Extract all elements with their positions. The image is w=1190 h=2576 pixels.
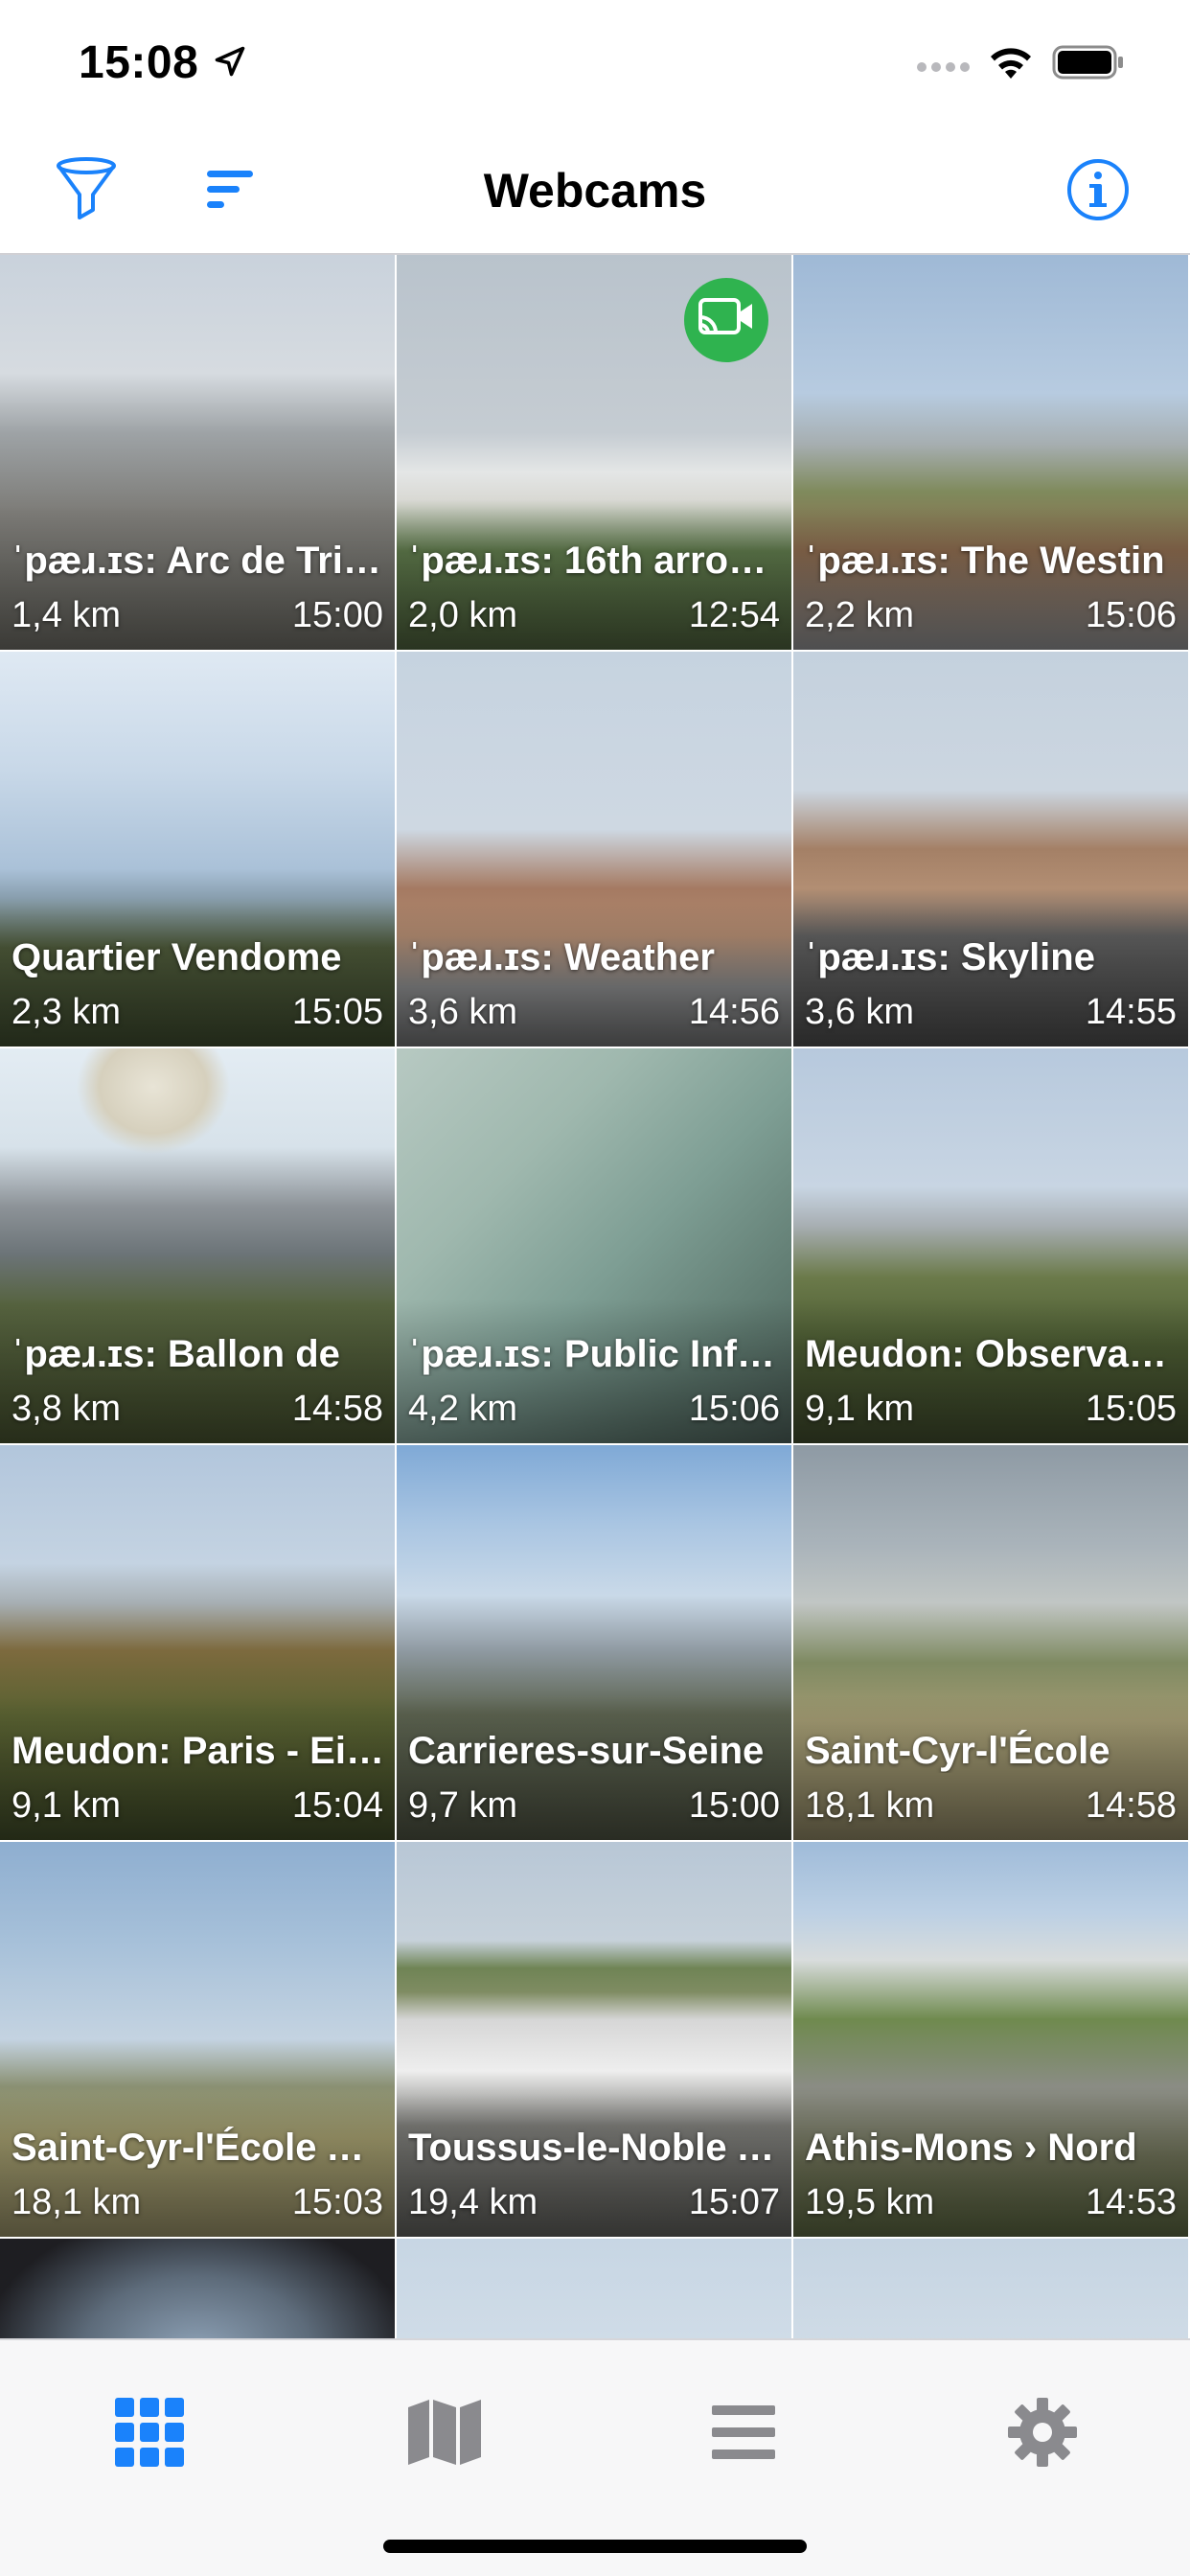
grid-icon <box>115 2398 184 2467</box>
map-icon <box>408 2400 481 2465</box>
webcams-screen: 15:08 Webcams ˈpæɹ.ɪs: Arc de Trio 1,4 k… <box>0 0 1190 2576</box>
webcam-distance: 2,3 km <box>11 992 122 1032</box>
webcam-distance: 18,1 km <box>805 1785 935 1826</box>
tab-settings[interactable] <box>996 2386 1088 2478</box>
tab-map[interactable] <box>399 2386 491 2478</box>
webcam-tile[interactable]: Toussus-le-Noble Airport 19,4 km 15:07 <box>397 1842 791 2237</box>
webcam-tile[interactable] <box>397 2239 791 2340</box>
webcam-distance: 9,1 km <box>11 1785 122 1826</box>
webcam-tile[interactable]: Quartier Vendome 2,3 km 15:05 <box>0 652 395 1046</box>
gear-icon <box>1008 2398 1077 2467</box>
webcam-tile[interactable]: Saint-Cyr-l'École Airfield 18,1 km 15:03 <box>0 1842 395 2237</box>
webcam-tile[interactable]: ˈpæɹ.ɪs: Ballon de 3,8 km 14:58 <box>0 1048 395 1443</box>
wifi-icon <box>991 48 1031 79</box>
home-indicator[interactable] <box>383 2540 807 2553</box>
webcam-tile[interactable]: ˈpæɹ.ɪs: Arc de Triomphe 1,4 km 15:00 <box>0 255 395 650</box>
webcam-time: 14:55 <box>1085 992 1177 1032</box>
webcam-thumbnail <box>397 2239 791 2340</box>
webcam-tile[interactable]: Carrieres-sur-Seine 9,7 km 15:00 <box>397 1445 791 1840</box>
webcam-name: Athis-Mons › Nord <box>805 2127 1137 2169</box>
page-title: Webcams <box>483 164 707 218</box>
tab-list[interactable] <box>698 2386 790 2478</box>
webcam-time: 15:06 <box>688 1389 780 1429</box>
live-video-icon <box>698 298 752 334</box>
webcam-time: 15:05 <box>291 992 383 1032</box>
webcam-tile[interactable]: ˈpæɹ.ɪs: Skyline 3,6 km 14:55 <box>793 652 1188 1046</box>
webcam-name: ˈpæɹ.ɪs: Arc de Triomphe <box>11 540 385 582</box>
status-time: 15:08 <box>79 37 199 88</box>
webcam-name: Saint-Cyr-l'École <box>805 1730 1110 1772</box>
webcam-distance: 1,4 km <box>11 595 122 635</box>
webcam-name: ˈpæɹ.ɪs: Weather <box>408 936 715 978</box>
webcam-time: 14:58 <box>1085 1785 1177 1826</box>
webcam-tile[interactable]: Meudon: Observatory 9,1 km 15:05 <box>793 1048 1188 1443</box>
webcam-distance: 3,6 km <box>408 992 518 1032</box>
webcam-name: Meudon: Paris - Eiffel <box>11 1730 385 1772</box>
webcam-name: ˈpæɹ.ɪs: Skyline <box>805 936 1095 978</box>
webcam-name: Carrieres-sur-Seine <box>408 1730 765 1772</box>
webcam-distance: 3,8 km <box>11 1389 122 1429</box>
webcam-time: 14:53 <box>1085 2182 1177 2222</box>
webcam-tile[interactable] <box>793 2239 1188 2340</box>
webcam-name: ˈpæɹ.ɪs: Public Information <box>408 1333 782 1375</box>
webcam-time: 15:07 <box>688 2182 780 2222</box>
webcam-distance: 9,1 km <box>805 1389 915 1429</box>
webcam-distance: 2,2 km <box>805 595 915 635</box>
webcam-tile[interactable]: Saint-Cyr-l'École 18,1 km 14:58 <box>793 1445 1188 1840</box>
webcam-grid: ˈpæɹ.ɪs: Arc de Triomphe 1,4 km 15:00 ˈp… <box>0 255 1190 2340</box>
webcam-distance: 9,7 km <box>408 1785 518 1826</box>
tab-grid[interactable] <box>103 2386 195 2478</box>
webcam-distance: 4,2 km <box>408 1389 518 1429</box>
navigation-bar: Webcams <box>0 126 1190 255</box>
webcam-tile[interactable]: Meudon: Paris - Eiffel 9,1 km 15:04 <box>0 1445 395 1840</box>
webcam-name: Saint-Cyr-l'École Airfield <box>11 2127 385 2169</box>
webcam-time: 15:05 <box>1085 1389 1177 1429</box>
webcam-time: 15:00 <box>291 595 383 635</box>
webcam-name: Meudon: Observatory <box>805 1333 1179 1375</box>
webcam-thumbnail <box>793 2239 1188 2340</box>
live-stream-badge <box>684 278 768 362</box>
webcam-tile[interactable]: ˈpæɹ.ɪs: Public Information 4,2 km 15:06 <box>397 1048 791 1443</box>
webcam-time: 12:54 <box>688 595 780 635</box>
status-bar: 15:08 <box>0 0 1190 126</box>
webcam-distance: 19,4 km <box>408 2182 538 2222</box>
webcam-time: 15:00 <box>688 1785 780 1826</box>
webcam-name: Toussus-le-Noble Airport <box>408 2127 782 2169</box>
signal-dots-icon <box>917 62 970 72</box>
webcam-name: ˈpæɹ.ɪs: The Westin <box>805 540 1165 582</box>
webcam-time: 15:03 <box>291 2182 383 2222</box>
webcam-tile[interactable]: ˈpæɹ.ɪs: Weather 3,6 km 14:56 <box>397 652 791 1046</box>
webcam-time: 14:56 <box>688 992 780 1032</box>
webcam-tile[interactable]: ˈpæɹ.ɪs: The Westin 2,2 km 15:06 <box>793 255 1188 650</box>
webcam-distance: 2,0 km <box>408 595 518 635</box>
webcam-time: 15:06 <box>1085 595 1177 635</box>
webcam-distance: 18,1 km <box>11 2182 142 2222</box>
webcam-tile[interactable]: Athis-Mons › Nord 19,5 km 14:53 <box>793 1842 1188 2237</box>
webcam-distance: 3,6 km <box>805 992 915 1032</box>
battery-icon <box>1052 45 1123 80</box>
webcam-time: 15:04 <box>291 1785 383 1826</box>
info-circle-icon <box>1067 159 1129 220</box>
webcam-tile[interactable] <box>0 2239 395 2340</box>
list-icon <box>712 2405 775 2459</box>
webcam-name: Quartier Vendome <box>11 936 342 978</box>
webcam-tile[interactable]: ˈpæɹ.ɪs: 16th arrondissement 2,0 km 12:5… <box>397 255 791 650</box>
webcam-name: ˈpæɹ.ɪs: Ballon de <box>11 1333 340 1375</box>
webcam-time: 14:58 <box>291 1389 383 1429</box>
webcam-distance: 19,5 km <box>805 2182 935 2222</box>
webcam-thumbnail <box>0 2239 395 2340</box>
location-arrow-icon <box>215 46 245 77</box>
webcam-name: ˈpæɹ.ɪs: 16th arrondissement <box>408 540 782 582</box>
info-button[interactable] <box>1060 151 1136 228</box>
